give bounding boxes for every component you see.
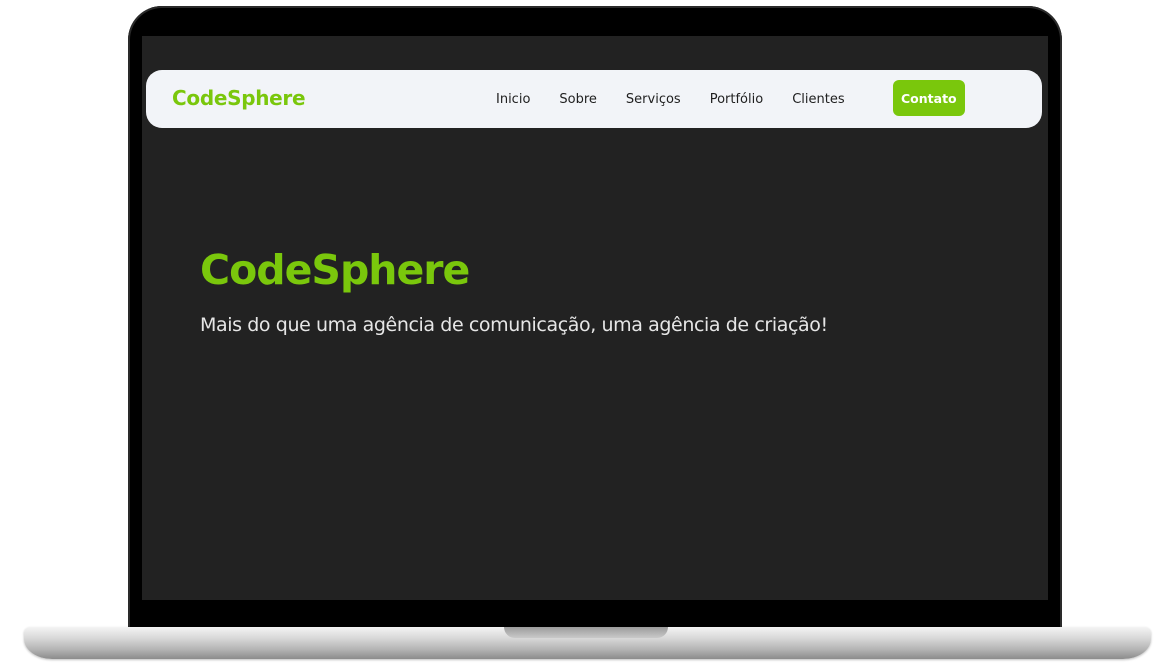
laptop-base-notch bbox=[504, 627, 668, 638]
nav-link-portfolio[interactable]: Portfólio bbox=[710, 92, 763, 107]
nav-link-clientes[interactable]: Clientes bbox=[792, 92, 844, 107]
laptop-mockup: CodeSphere Inicio Sobre Serviços Portfól… bbox=[0, 0, 1154, 665]
laptop-screen: CodeSphere Inicio Sobre Serviços Portfól… bbox=[142, 36, 1048, 600]
nav-link-inicio[interactable]: Inicio bbox=[496, 92, 530, 107]
contact-button[interactable]: Contato bbox=[893, 80, 965, 116]
navbar: CodeSphere Inicio Sobre Serviços Portfól… bbox=[146, 70, 1042, 128]
hero-title: CodeSphere bbox=[200, 246, 470, 294]
nav-link-servicos[interactable]: Serviços bbox=[626, 92, 681, 107]
laptop-base bbox=[24, 627, 1151, 659]
nav-link-sobre[interactable]: Sobre bbox=[559, 92, 597, 107]
nav-links: Inicio Sobre Serviços Portfólio Clientes bbox=[496, 70, 874, 128]
nav-logo[interactable]: CodeSphere bbox=[172, 86, 306, 110]
hero-subtitle: Mais do que uma agência de comunicação, … bbox=[200, 314, 828, 336]
